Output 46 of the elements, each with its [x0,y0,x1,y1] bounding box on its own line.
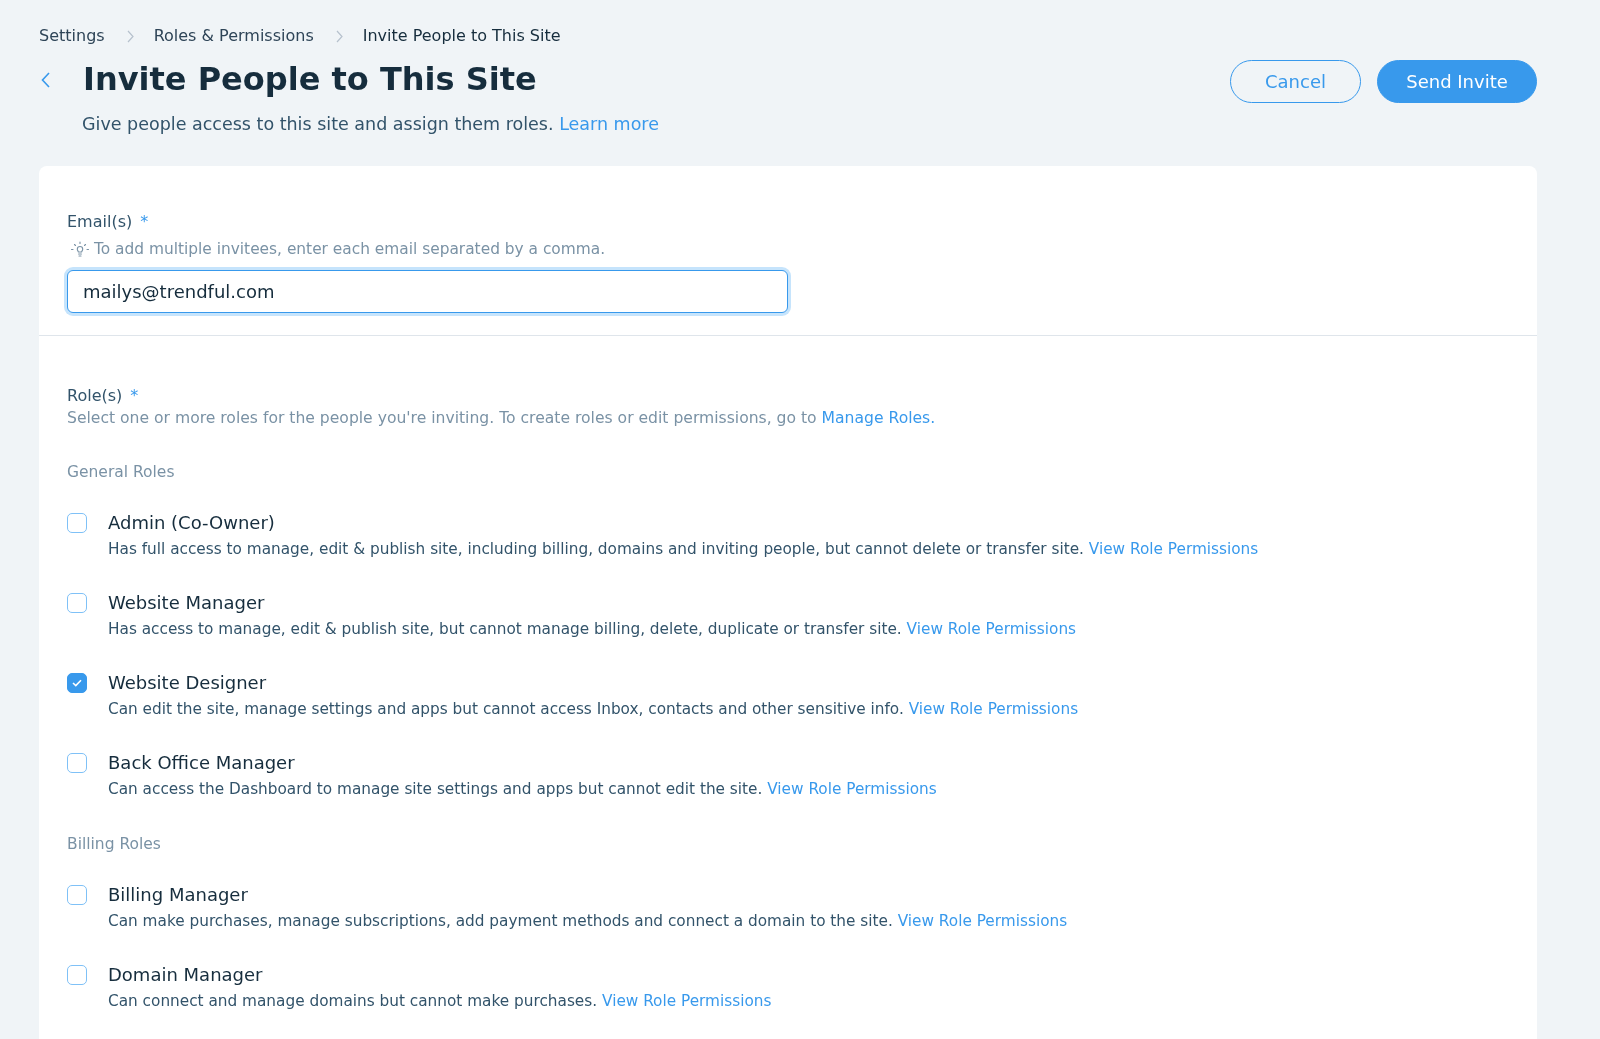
email-hint: To add multiple invitees, enter each email separated by a comma. [94,239,606,259]
email-input[interactable]: mailys@trendful.com [67,270,788,313]
view-permissions-link[interactable]: View Role Permissions [908,700,1079,718]
breadcrumb-link[interactable]: Settings [39,25,105,47]
role-group-title: Billing Roles [67,834,162,854]
role-checkbox[interactable] [67,673,87,693]
roles-label: Role(s) [67,386,123,406]
learn-more-link[interactable]: Learn more [559,114,659,134]
manage-roles-link[interactable]: Manage Roles. [821,409,936,427]
view-permissions-link[interactable]: View Role Permissions [1088,540,1259,558]
role-description: Can access the Dashboard to manage site settings and apps but cannot edit the site. View Role Permissions [108,779,937,800]
role-description: Can edit the site, manage settings and apps but cannot access Inbox, contacts and other sensitive info. View Role Permissions [108,699,1079,720]
role-description: Has access to manage, edit & publish site, but cannot manage billing, delete, duplicate or transfer site. View Role Permissions [108,619,1077,640]
role-name: Billing Manager [108,883,248,907]
chevron-right-icon [126,29,134,43]
send-invite-button[interactable]: Send Invite [1377,60,1537,103]
required-mark: * [130,386,139,406]
role-description: Can connect and manage domains but cannot make purchases. View Role Permissions [108,991,772,1012]
role-name: Back Office Manager [108,751,295,775]
role-checkbox[interactable] [67,885,87,905]
breadcrumb-link[interactable]: Roles & Permissions [153,25,314,47]
checkmark-icon [72,679,82,687]
page-title: Invite People to This Site [83,59,537,100]
view-permissions-link[interactable]: View Role Permissions [602,992,772,1010]
role-description: Can make purchases, manage subscriptions, add payment methods and connect a domain to the site. View Role Permissions [108,911,1068,932]
role-name: Website Manager [108,591,265,615]
view-permissions-link[interactable]: View Role Permissions [906,620,1077,638]
back-icon[interactable] [41,72,50,88]
view-permissions-link[interactable]: View Role Permissions [767,780,937,798]
role-name: Domain Manager [108,963,263,987]
role-name: Website Designer [108,671,267,695]
role-checkbox[interactable] [67,513,87,533]
page-subtitle: Give people access to this site and assign them roles. Learn more [82,113,659,136]
lightbulb-icon [70,240,90,258]
required-mark: * [140,212,149,232]
role-checkbox[interactable] [67,965,87,985]
role-group-title: General Roles [67,462,176,482]
role-name: Admin (Co-Owner) [108,511,275,535]
roles-description: Select one or more roles for the people you're inviting. To create roles or edit permissions, go to Manage Roles. [67,408,937,428]
view-permissions-link[interactable]: View Role Permissions [897,912,1068,930]
role-checkbox[interactable] [67,593,87,613]
current-page-label: Invite People to This Site [362,25,561,47]
chevron-right-icon [335,29,343,43]
role-checkbox[interactable] [67,753,87,773]
role-description: Has full access to manage, edit & publish site, including billing, domains and inviting people, but cannot delete or transfer site. View Role Permissions [108,539,1259,560]
email-label: Email(s) [67,212,133,232]
